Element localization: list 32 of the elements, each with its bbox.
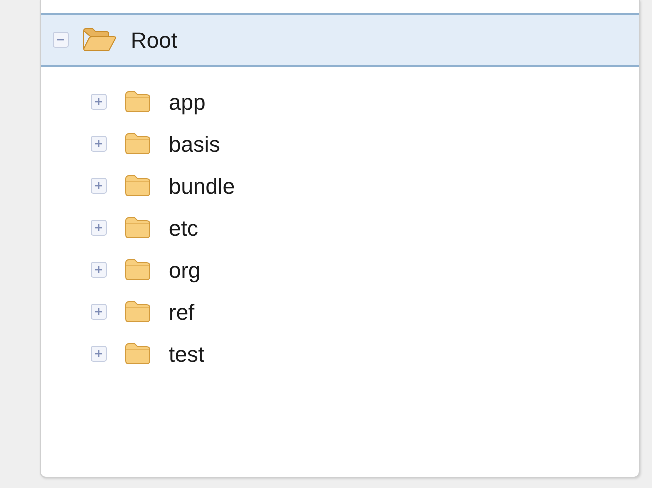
- folder-icon: [125, 301, 151, 323]
- expand-icon[interactable]: [91, 304, 107, 320]
- open-folder-icon: [83, 28, 117, 52]
- tree-row[interactable]: org: [41, 249, 639, 291]
- tree-row[interactable]: etc: [41, 207, 639, 249]
- node-label: basis: [169, 130, 220, 158]
- node-label: org: [169, 256, 201, 285]
- folder-icon: [125, 217, 151, 239]
- tree-row[interactable]: app: [41, 81, 639, 123]
- node-label: ref: [169, 298, 195, 326]
- tree-row[interactable]: Root: [41, 15, 639, 67]
- tree-row[interactable]: ref: [41, 291, 639, 333]
- expand-icon[interactable]: [91, 346, 107, 362]
- expand-icon[interactable]: [91, 178, 107, 194]
- expand-icon[interactable]: [91, 262, 107, 278]
- tree-row[interactable]: test: [41, 333, 639, 375]
- expand-icon[interactable]: [91, 136, 107, 152]
- folder-icon: [125, 133, 151, 155]
- tree-row[interactable]: basis: [41, 123, 639, 165]
- node-label: bundle: [169, 172, 236, 200]
- tree-row[interactable]: bundle: [41, 165, 639, 207]
- collapse-icon[interactable]: [53, 32, 69, 48]
- folder-icon: [125, 175, 151, 197]
- node-label: app: [169, 88, 206, 117]
- folder-icon: [125, 91, 151, 113]
- folder-icon: [125, 343, 151, 365]
- expand-icon[interactable]: [91, 220, 107, 236]
- node-label: etc: [169, 214, 198, 242]
- expand-icon[interactable]: [91, 94, 107, 110]
- node-label: Root: [131, 26, 178, 54]
- folder-icon: [125, 259, 151, 281]
- node-label: test: [169, 340, 204, 368]
